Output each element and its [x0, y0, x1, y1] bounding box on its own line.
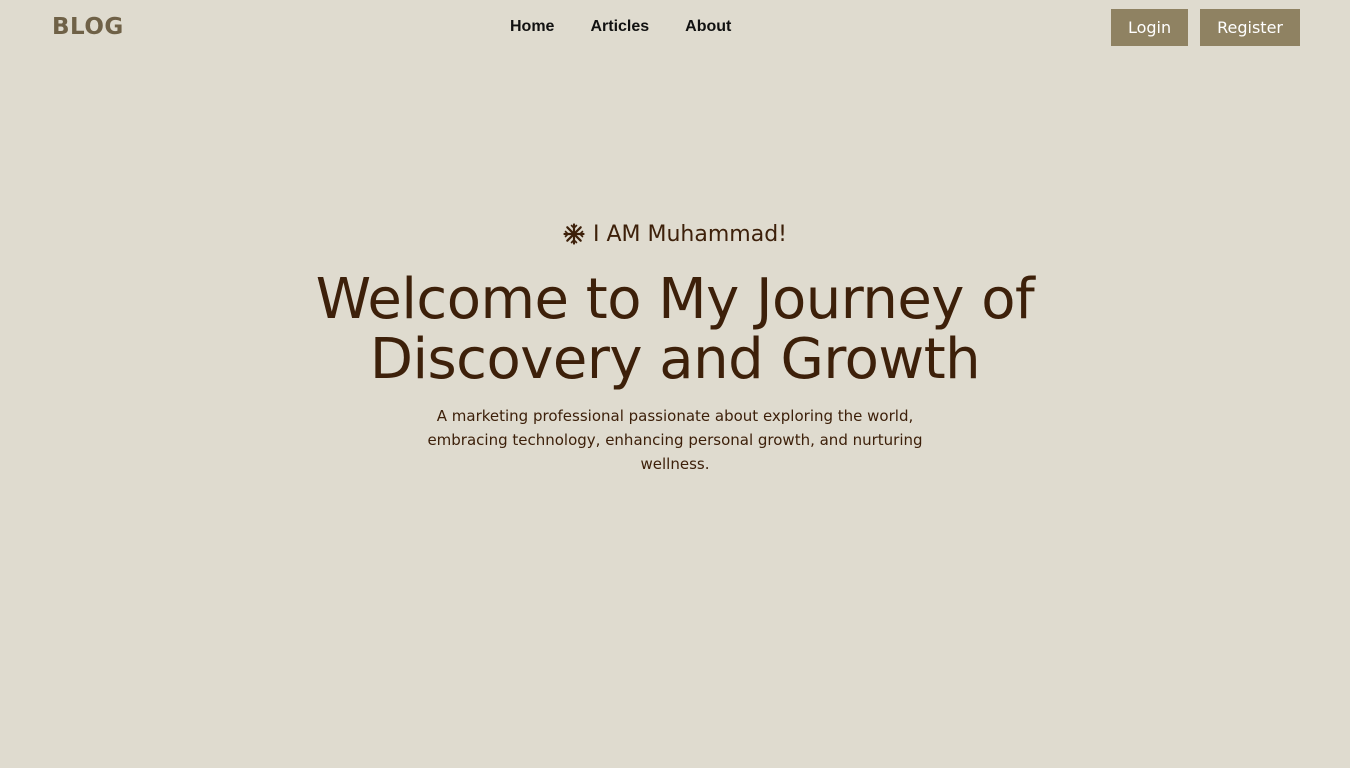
- hero-greeting-text: I AM Muhammad!: [593, 221, 787, 247]
- main-nav: Home Articles About: [510, 18, 731, 36]
- hero-greeting: I AM Muhammad!: [0, 218, 1350, 250]
- site-logo[interactable]: BLOG: [52, 14, 124, 40]
- hero-headline-line-1: Welcome to My Journey of: [315, 267, 1035, 332]
- snowflake-icon: [563, 223, 585, 245]
- nav-home-link[interactable]: Home: [510, 18, 554, 36]
- register-button[interactable]: Register: [1200, 9, 1300, 46]
- hero-headline-line-2: Discovery and Growth: [369, 327, 981, 392]
- hero-headline: Welcome to My Journey of Discovery and G…: [0, 270, 1350, 390]
- hero-section: I AM Muhammad! Welcome to My Journey of …: [0, 218, 1350, 476]
- nav-about-link[interactable]: About: [685, 18, 731, 36]
- login-button[interactable]: Login: [1110, 9, 1189, 46]
- nav-articles-link[interactable]: Articles: [590, 18, 649, 36]
- page: BLOG Home Articles About Login Register: [0, 0, 1350, 768]
- auth-buttons: Login Register: [1110, 9, 1300, 46]
- hero-subtitle: A marketing professional passionate abou…: [427, 407, 923, 473]
- site-header: BLOG Home Articles About Login Register: [0, 0, 1350, 58]
